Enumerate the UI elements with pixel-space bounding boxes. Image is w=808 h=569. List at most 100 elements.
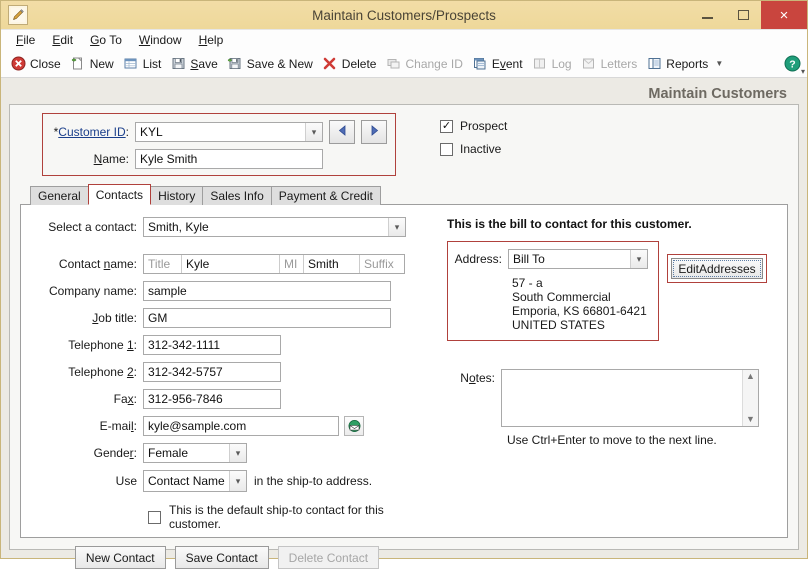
maximize-icon: [737, 10, 749, 20]
toolbar-button-event[interactable]: Event: [469, 54, 529, 74]
address-dropdown-button[interactable]: ▾: [630, 250, 647, 268]
use-name-dropdown-button[interactable]: ▾: [229, 471, 246, 491]
inactive-checkbox[interactable]: [440, 142, 453, 156]
scroll-up-icon[interactable]: ▲: [746, 372, 755, 381]
bill-to-panel: This is the bill to contact for this cus…: [439, 217, 787, 537]
chevron-down-icon: ▾: [636, 253, 642, 264]
minimize-button[interactable]: [689, 1, 725, 29]
gender-dropdown-button[interactable]: ▾: [229, 444, 246, 462]
title-input[interactable]: Title: [144, 255, 182, 273]
toolbar-label-save: Save: [190, 56, 218, 71]
app-pencil-icon: [8, 5, 28, 25]
tab-contacts[interactable]: Contacts: [87, 184, 152, 205]
select-contact-dropdown-button[interactable]: ▾: [388, 218, 405, 236]
last-name-input[interactable]: Smith: [304, 255, 360, 273]
gender-combo[interactable]: Female ▾: [143, 443, 247, 463]
notes-textarea[interactable]: ▲ ▼: [501, 369, 759, 427]
toolbar-label-letters: Letters: [600, 56, 638, 71]
prospect-checkbox[interactable]: ✓: [440, 119, 453, 133]
previous-record-button[interactable]: [329, 120, 355, 144]
tab-general[interactable]: General: [30, 186, 89, 205]
toolbar-label-delete: Delete: [341, 56, 377, 71]
customer-id-row: *Customer ID: KYL ▾: [49, 120, 387, 144]
application-window: Maintain Customers/Prospects × File Edit…: [0, 0, 808, 569]
toolbar-button-new[interactable]: New: [67, 54, 120, 74]
middle-initial-input[interactable]: MI: [280, 255, 304, 273]
minimize-icon: [701, 17, 713, 19]
toolbar-button-delete[interactable]: Delete: [319, 54, 383, 74]
toolbar: Close New List Save Save & New Delete Ch…: [1, 50, 807, 78]
address-combo[interactable]: Bill To ▾: [508, 249, 648, 269]
use-name-combo[interactable]: Contact Name ▾: [143, 470, 247, 492]
tab-payment-credit[interactable]: Payment & Credit: [270, 186, 381, 205]
help-question-icon[interactable]: ?: [784, 55, 801, 72]
prospect-checkbox-row[interactable]: ✓ Prospect: [440, 119, 507, 133]
email-row: E-mail: kyle@sample.com: [25, 416, 439, 436]
toolbar-button-save-and-new[interactable]: Save & New: [224, 54, 319, 74]
menu-item-goto[interactable]: Go To: [83, 31, 132, 49]
delete-x-icon: [322, 56, 338, 72]
menu-bar: File Edit Go To Window Help: [1, 29, 807, 50]
contact-form: Select a contact: Smith, Kyle ▾ Contact …: [21, 217, 439, 569]
menu-item-help[interactable]: Help: [192, 31, 234, 49]
company-name-input[interactable]: sample: [143, 281, 391, 301]
tab-sales-info[interactable]: Sales Info: [202, 186, 272, 205]
email-input[interactable]: kyle@sample.com: [143, 416, 339, 436]
customer-id-group: *Customer ID: KYL ▾ Name: Kyle Smith: [42, 113, 396, 176]
notes-area: Notes: ▲ ▼: [447, 369, 777, 427]
gender-row: Gender: Female ▾: [25, 443, 439, 463]
window-controls: ×: [689, 1, 807, 29]
next-record-button[interactable]: [361, 120, 387, 144]
edit-addresses-button[interactable]: EditAddresses: [671, 258, 763, 279]
close-button[interactable]: ×: [761, 1, 807, 29]
maximize-button[interactable]: [725, 1, 761, 29]
notes-label: Notes:: [460, 371, 495, 385]
customer-name-input[interactable]: Kyle Smith: [135, 149, 323, 169]
select-contact-combo[interactable]: Smith, Kyle ▾: [143, 217, 406, 237]
telephone-2-input[interactable]: 312-342-5757: [143, 362, 281, 382]
customer-name-row: Name: Kyle Smith: [49, 149, 387, 169]
menu-item-window[interactable]: Window: [132, 31, 192, 49]
toolbar-button-close[interactable]: Close: [7, 54, 67, 74]
default-shipto-row[interactable]: This is the default ship-to contact for …: [148, 503, 439, 531]
address-row: Address: Bill To ▾: [454, 249, 650, 269]
notes-scrollbar[interactable]: ▲ ▼: [742, 370, 758, 426]
customer-name-label: Name:: [93, 152, 129, 166]
scroll-down-icon[interactable]: ▼: [746, 415, 755, 424]
select-contact-value: Smith, Kyle: [148, 220, 209, 234]
job-title-input[interactable]: GM: [143, 308, 391, 328]
send-email-icon[interactable]: [344, 416, 364, 436]
toolbar-button-save[interactable]: Save: [167, 54, 223, 74]
customer-id-combo[interactable]: KYL ▾: [135, 122, 323, 142]
record-header: *Customer ID: KYL ▾ Name: Kyle Smith ✓ P…: [20, 113, 788, 176]
chevron-down-icon: ▾: [311, 126, 317, 137]
toolbar-button-reports[interactable]: Reports ▼: [643, 54, 729, 74]
toolbar-button-log: Log: [529, 54, 578, 74]
telephone-1-row: Telephone 1: 312-342-1111: [25, 335, 439, 355]
notes-text[interactable]: [502, 370, 742, 426]
save-contact-button[interactable]: Save Contact: [174, 546, 269, 569]
fax-input[interactable]: 312-956-7846: [143, 389, 281, 409]
telephone-1-label: Telephone 1:: [68, 338, 137, 352]
default-shipto-checkbox[interactable]: [148, 510, 161, 524]
customer-id-label: *Customer ID:: [53, 125, 129, 139]
save-new-icon: [227, 56, 243, 72]
toolbar-overflow-icon[interactable]: ▾: [801, 67, 805, 76]
suffix-input[interactable]: Suffix: [360, 255, 404, 273]
toolbar-label-change-id: Change ID: [405, 56, 463, 71]
next-arrow-icon: [368, 124, 381, 140]
delete-contact-button: Delete Contact: [277, 546, 380, 569]
menu-item-file[interactable]: File: [9, 31, 45, 49]
contact-name-fields: Title Kyle MI Smith Suffix: [143, 254, 405, 274]
toolbar-button-list[interactable]: List: [120, 54, 168, 74]
telephone-1-input[interactable]: 312-342-1111: [143, 335, 281, 355]
use-label: Use: [115, 474, 137, 488]
new-contact-button[interactable]: New Contact: [74, 546, 166, 569]
menu-item-edit[interactable]: Edit: [45, 31, 83, 49]
tab-history[interactable]: History: [150, 186, 204, 205]
customer-id-dropdown-button[interactable]: ▾: [305, 123, 322, 141]
chevron-down-icon: ▾: [394, 221, 400, 232]
telephone-2-row: Telephone 2: 312-342-5757: [25, 362, 439, 382]
inactive-checkbox-row[interactable]: Inactive: [440, 142, 507, 156]
first-name-input[interactable]: Kyle: [182, 255, 280, 273]
